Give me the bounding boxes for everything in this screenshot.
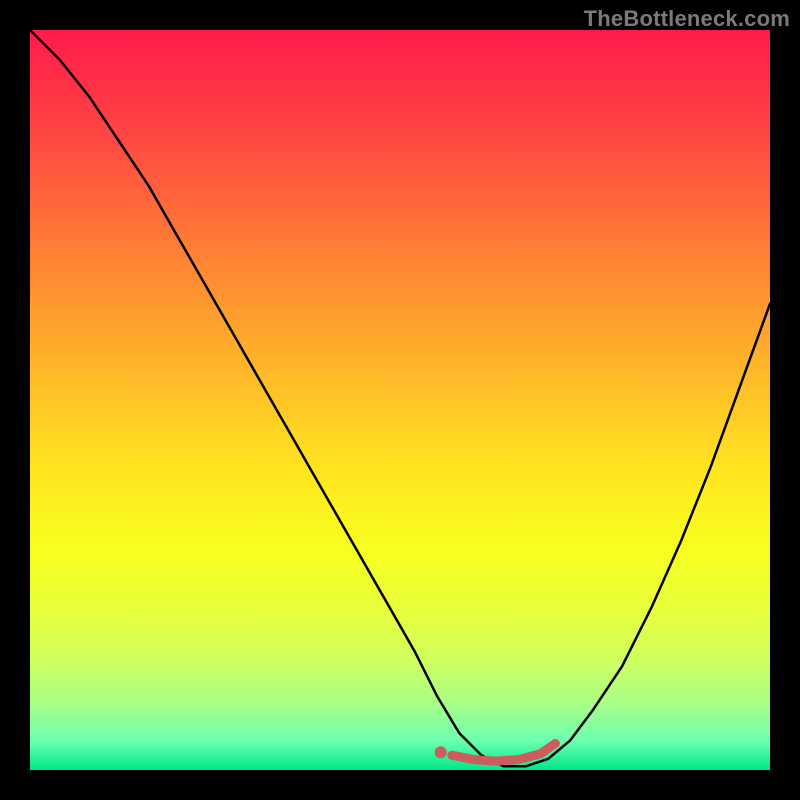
chart-svg: [0, 0, 800, 800]
marker-group: [435, 743, 556, 761]
watermark-text: TheBottleneck.com: [584, 6, 790, 32]
chart-frame: TheBottleneck.com: [0, 0, 800, 800]
bottleneck-curve: [30, 30, 770, 766]
